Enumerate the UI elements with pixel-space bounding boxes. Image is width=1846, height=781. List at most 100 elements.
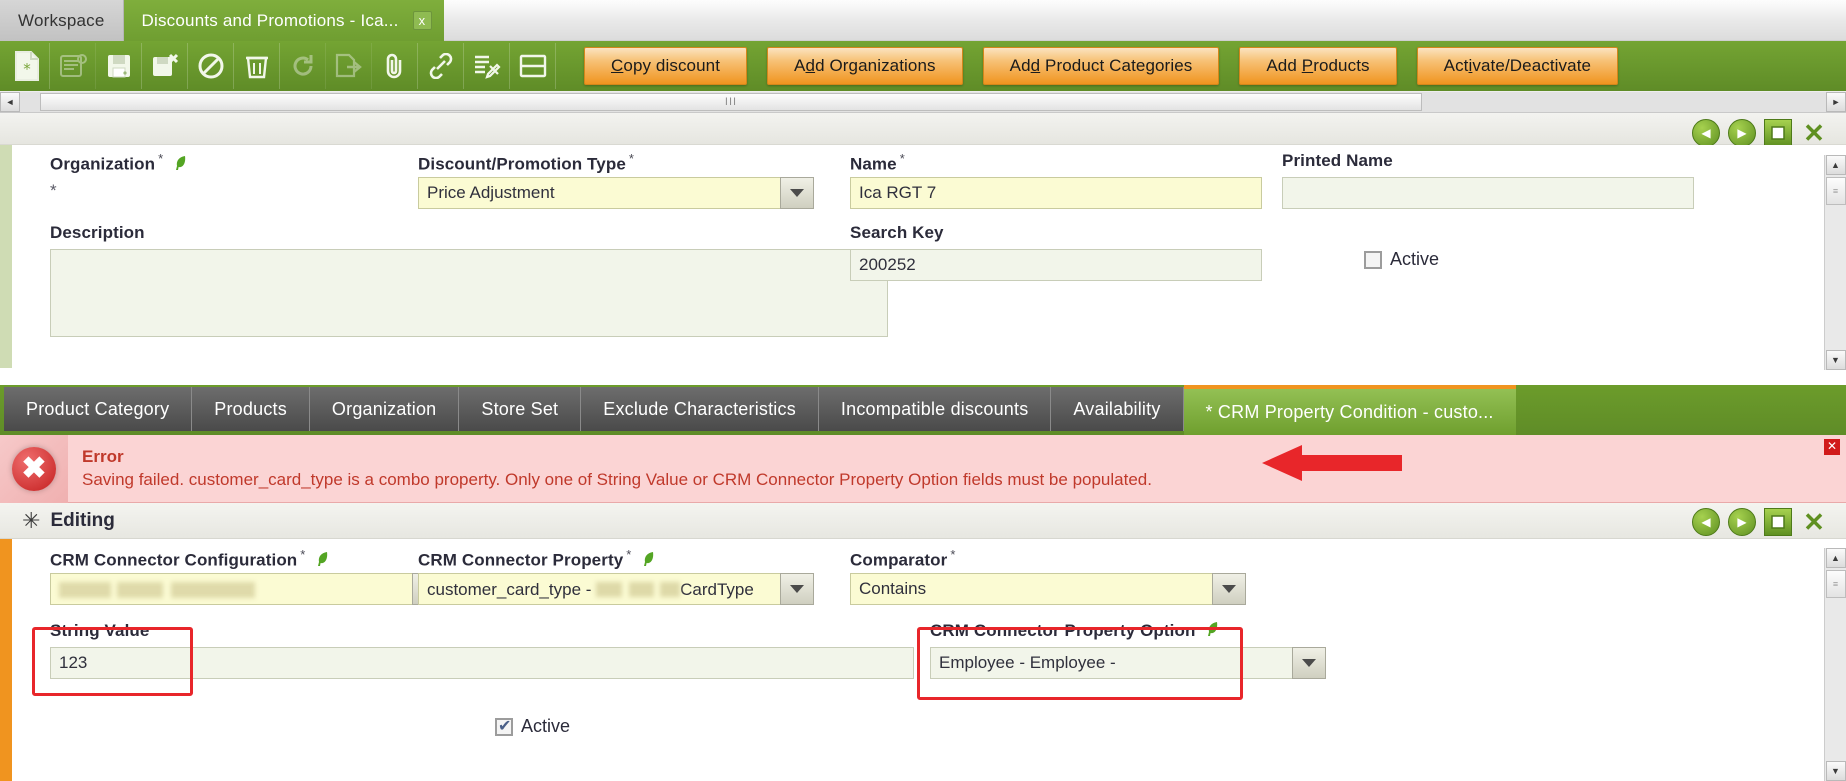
leaf-icon xyxy=(316,551,329,572)
add-organizations-button[interactable]: Add Organizations xyxy=(767,47,963,85)
save-close-icon[interactable] xyxy=(142,43,188,89)
active-checkbox[interactable] xyxy=(1364,250,1382,269)
tab-incompatible-discounts[interactable]: Incompatible discounts xyxy=(818,387,1052,431)
tab-crm-property-condition[interactable]: * CRM Property Condition - custo... xyxy=(1183,385,1516,435)
scroll-down-arrow-icon[interactable]: ▼ xyxy=(1825,761,1846,781)
scroll-up-arrow-icon[interactable]: ▲ xyxy=(1825,155,1846,175)
discount-form: Organization * * Discount/Promotion Type *… xyxy=(12,145,1822,368)
active-checkbox-label: Active xyxy=(1390,249,1440,269)
tab-organization[interactable]: Organization xyxy=(309,387,460,431)
chevron-down-icon[interactable] xyxy=(780,573,814,605)
crm-property-option-label: CRM Connector Property Option xyxy=(930,621,1196,640)
maximize-record-button[interactable] xyxy=(1764,119,1792,147)
close-icon[interactable]: x xyxy=(412,11,432,30)
add-product-categories-button[interactable]: Add Product Categories xyxy=(982,47,1220,85)
next-record-button[interactable]: ▶ xyxy=(1728,119,1756,147)
horizontal-scrollbar[interactable]: ◄ III ► xyxy=(0,91,1846,113)
copy-discount-button[interactable]: Copy discount xyxy=(584,47,748,85)
window-tab-workspace[interactable]: Workspace xyxy=(0,0,124,41)
activate-deactivate-button[interactable]: Activate/Deactivate xyxy=(1416,47,1619,85)
window-tab-bar: Workspace Discounts and Promotions - Ica… xyxy=(0,0,1846,41)
editing-next-button[interactable]: ▶ xyxy=(1728,508,1756,536)
comparator-label: Comparator xyxy=(850,550,948,570)
tab-products-label: Products xyxy=(214,398,287,419)
record-header-controls: ◀ ▶ ✕ xyxy=(1692,119,1828,147)
printed-name-label-group: Printed Name xyxy=(1282,151,1393,171)
printed-name-input[interactable] xyxy=(1282,177,1694,209)
horizontal-scroll-thumb[interactable]: III xyxy=(40,92,1422,111)
grid-view-icon[interactable] xyxy=(510,43,556,89)
comparator-required-mark: * xyxy=(950,547,956,562)
editing-active-checkbox-row[interactable]: Active xyxy=(495,716,570,737)
chevron-down-icon[interactable] xyxy=(780,177,814,209)
form-vertical-scrollbar[interactable]: ▲ ≡ ▼ xyxy=(1824,155,1846,370)
name-input[interactable] xyxy=(850,177,1262,209)
toolbar-icon-group: * xyxy=(0,41,556,91)
tab-exclude-characteristics[interactable]: Exclude Characteristics xyxy=(581,387,819,431)
scroll-left-arrow-icon[interactable]: ◄ xyxy=(0,91,20,112)
delete-icon[interactable] xyxy=(234,43,280,89)
editing-active-checkbox[interactable] xyxy=(495,716,513,736)
tab-product-category[interactable]: Product Category xyxy=(4,387,193,431)
link-icon[interactable] xyxy=(418,43,464,89)
previous-record-button[interactable]: ◀ xyxy=(1692,119,1720,147)
comparator-input[interactable] xyxy=(850,573,1212,605)
tab-crm-property-condition-label: * CRM Property Condition - custo... xyxy=(1205,401,1494,422)
chevron-down-icon[interactable] xyxy=(1292,647,1326,679)
tab-store-set[interactable]: Store Set xyxy=(459,387,582,431)
active-checkbox-row[interactable]: Active xyxy=(1364,249,1439,270)
horizontal-scroll-track[interactable]: III xyxy=(20,91,1826,112)
crm-config-combo[interactable] xyxy=(50,573,446,605)
scroll-right-arrow-icon[interactable]: ► xyxy=(1826,91,1846,112)
editing-close-button[interactable]: ✕ xyxy=(1800,508,1828,536)
scroll-up-arrow-icon[interactable]: ▲ xyxy=(1825,548,1846,568)
editing-scroll-thumb[interactable]: ≡ xyxy=(1825,570,1846,598)
scroll-down-arrow-icon[interactable]: ▼ xyxy=(1825,350,1846,370)
editing-previous-button[interactable]: ◀ xyxy=(1692,508,1720,536)
discount-type-input[interactable] xyxy=(418,177,780,209)
window-tab-discounts[interactable]: Discounts and Promotions - Ica... x xyxy=(123,0,444,41)
organization-value[interactable]: * xyxy=(50,181,57,201)
sub-tab-bar: Product Category Products Organization S… xyxy=(0,385,1846,435)
organization-label: Organization xyxy=(50,154,156,174)
redacted-text xyxy=(59,582,255,598)
tab-products[interactable]: Products xyxy=(192,387,310,431)
crm-config-value[interactable] xyxy=(50,573,412,605)
string-value-label-group: String Value xyxy=(50,621,149,641)
new-document-icon[interactable]: * xyxy=(4,43,50,89)
crm-config-required-mark: * xyxy=(300,547,306,562)
editing-vertical-scrollbar[interactable]: ▲ ≡ ▼ xyxy=(1824,548,1846,781)
tab-availability-label: Availability xyxy=(1073,398,1161,419)
name-label: Name xyxy=(850,154,897,174)
error-close-icon[interactable]: ✕ xyxy=(1824,439,1840,455)
discount-type-required-mark: * xyxy=(628,151,634,166)
close-record-button[interactable]: ✕ xyxy=(1800,119,1828,147)
description-textarea[interactable] xyxy=(50,249,888,337)
chevron-down-icon[interactable] xyxy=(1212,573,1246,605)
save-icon[interactable] xyxy=(96,43,142,89)
activate-deactivate-label: Activate/Deactivate xyxy=(1443,56,1592,75)
crm-property-value[interactable]: customer_card_type - CardType xyxy=(418,573,780,605)
attachment-icon[interactable] xyxy=(372,43,418,89)
preferences-icon[interactable] xyxy=(464,43,510,89)
crm-property-combo[interactable]: customer_card_type - CardType xyxy=(418,573,814,605)
form-scroll-thumb[interactable]: ≡ xyxy=(1825,177,1846,205)
error-text-group: Error Saving failed. customer_card_type … xyxy=(68,447,1152,490)
string-value-input[interactable] xyxy=(50,647,914,679)
search-key-input[interactable] xyxy=(850,249,1262,281)
add-products-button[interactable]: Add Products xyxy=(1239,47,1397,85)
comparator-combo[interactable] xyxy=(850,573,1246,605)
refresh-icon xyxy=(280,43,326,89)
crm-property-option-combo[interactable] xyxy=(930,647,1326,679)
printed-name-label: Printed Name xyxy=(1282,151,1393,170)
editing-maximize-button[interactable] xyxy=(1764,508,1792,536)
crm-property-option-input[interactable] xyxy=(930,647,1292,679)
organization-label-group: Organization * xyxy=(50,151,187,176)
leaf-icon xyxy=(1206,621,1219,642)
discount-type-combo[interactable] xyxy=(418,177,814,209)
tab-availability[interactable]: Availability xyxy=(1051,387,1184,431)
copy-discount-label: Copy discount xyxy=(611,56,721,75)
asterisk-icon: ✳ xyxy=(22,507,41,533)
error-icon-wrap: ✖ xyxy=(0,434,68,503)
cancel-icon[interactable] xyxy=(188,43,234,89)
